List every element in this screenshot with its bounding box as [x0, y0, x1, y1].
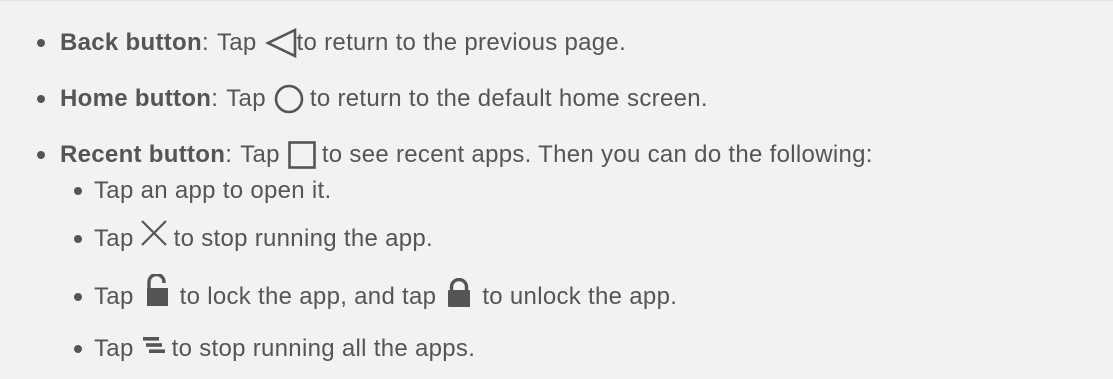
list-item-home-button: Home button : Tap to return to the defau… — [37, 81, 708, 117]
close-x-icon — [140, 219, 168, 247]
sub-item-stop-app: Tap to stop running the app. — [74, 219, 433, 257]
home-button-label: Home button — [60, 85, 212, 112]
home-circle-icon — [274, 84, 304, 114]
sub-item-lock-app: Tap to lock the app, and tap to unlock t… — [74, 274, 678, 315]
stop-app-description: to stop running the app. — [173, 225, 433, 252]
tap-word: Tap — [94, 283, 134, 310]
home-description: to return to the default home screen. — [309, 85, 708, 112]
back-description: to return to the previous page. — [296, 29, 627, 56]
bullet — [37, 151, 45, 159]
bullet — [74, 187, 82, 195]
sub-item-clear-all: Tap to stop running all the apps. — [74, 331, 475, 367]
back-button-label: Back button — [60, 29, 202, 56]
open-app-description: Tap an app to open it. — [94, 177, 332, 204]
tap-word: Tap — [240, 141, 280, 168]
help-page: Back button : Tap to return to the previ… — [0, 0, 1113, 379]
colon: : — [225, 141, 233, 168]
recent-button-label: Recent button — [60, 141, 226, 168]
recent-description: to see recent apps. Then you can do the … — [321, 141, 873, 168]
unlocked-padlock-icon — [144, 274, 170, 308]
tap-word: Tap — [94, 335, 134, 362]
back-triangle-icon — [264, 28, 297, 58]
clear-all-icon — [142, 336, 166, 354]
sub-item-open-app: Tap an app to open it. — [74, 173, 331, 209]
list-item-back-button: Back button : Tap to return to the previ… — [37, 25, 626, 61]
tap-word: Tap — [94, 225, 134, 252]
tap-word: Tap — [226, 85, 266, 112]
recent-square-icon — [288, 141, 316, 169]
clear-all-description: to stop running all the apps. — [171, 335, 476, 362]
colon: : — [211, 85, 219, 112]
tap-word: Tap — [216, 29, 257, 56]
unlock-app-description: to unlock the app. — [482, 283, 678, 310]
bullet — [37, 95, 45, 103]
bullet — [74, 293, 82, 301]
bullet — [37, 39, 45, 47]
colon: : — [201, 29, 209, 56]
lock-app-description: to lock the app, and tap — [179, 283, 437, 310]
locked-padlock-icon — [446, 278, 472, 308]
list-item-recent-button: Recent button : Tap to see recent apps. … — [37, 137, 873, 173]
bullet — [74, 345, 82, 353]
bullet — [74, 235, 82, 243]
